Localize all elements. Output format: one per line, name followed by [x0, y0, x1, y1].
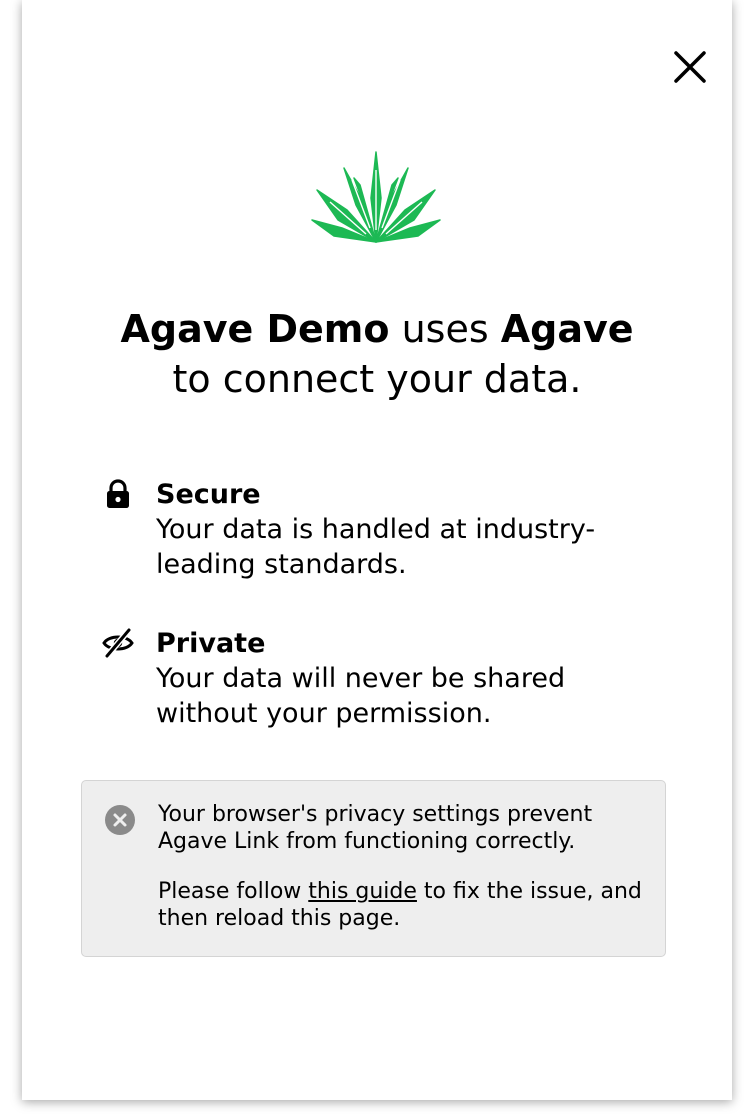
feature-title: Secure: [156, 479, 261, 510]
headline: Agave Demo uses Agave to connect your da…: [22, 304, 732, 404]
feature-description: Your data is handled at industry-leading…: [156, 514, 596, 580]
lock-icon: [107, 479, 129, 508]
brand-name: Agave: [500, 307, 634, 351]
headline-line-1: Agave Demo uses Agave: [22, 304, 732, 354]
connect-modal: Agave Demo uses Agave to connect your da…: [22, 0, 732, 1100]
notice-message: Your browser's privacy settings prevent …: [158, 802, 593, 854]
feature-description: Your data will never be shared without y…: [156, 663, 566, 729]
privacy-warning-notice: Your browser's privacy settings prevent …: [81, 780, 666, 957]
headline-line-2: to connect your data.: [172, 357, 582, 401]
headline-uses: uses: [389, 307, 501, 351]
eye-slash-icon: [102, 628, 134, 658]
close-icon: [674, 51, 706, 83]
app-name: Agave Demo: [120, 307, 390, 351]
guide-link[interactable]: this guide: [308, 879, 417, 904]
notice-text: Your browser's privacy settings prevent …: [158, 801, 658, 932]
notice-follow-prefix: Please follow: [158, 879, 309, 904]
feature-title: Private: [156, 628, 266, 659]
notice-instructions: Please follow this guide to fix the issu…: [158, 878, 658, 932]
error-circle-icon: [105, 805, 135, 835]
agave-logo-icon: [311, 151, 441, 243]
close-button[interactable]: [670, 47, 710, 87]
